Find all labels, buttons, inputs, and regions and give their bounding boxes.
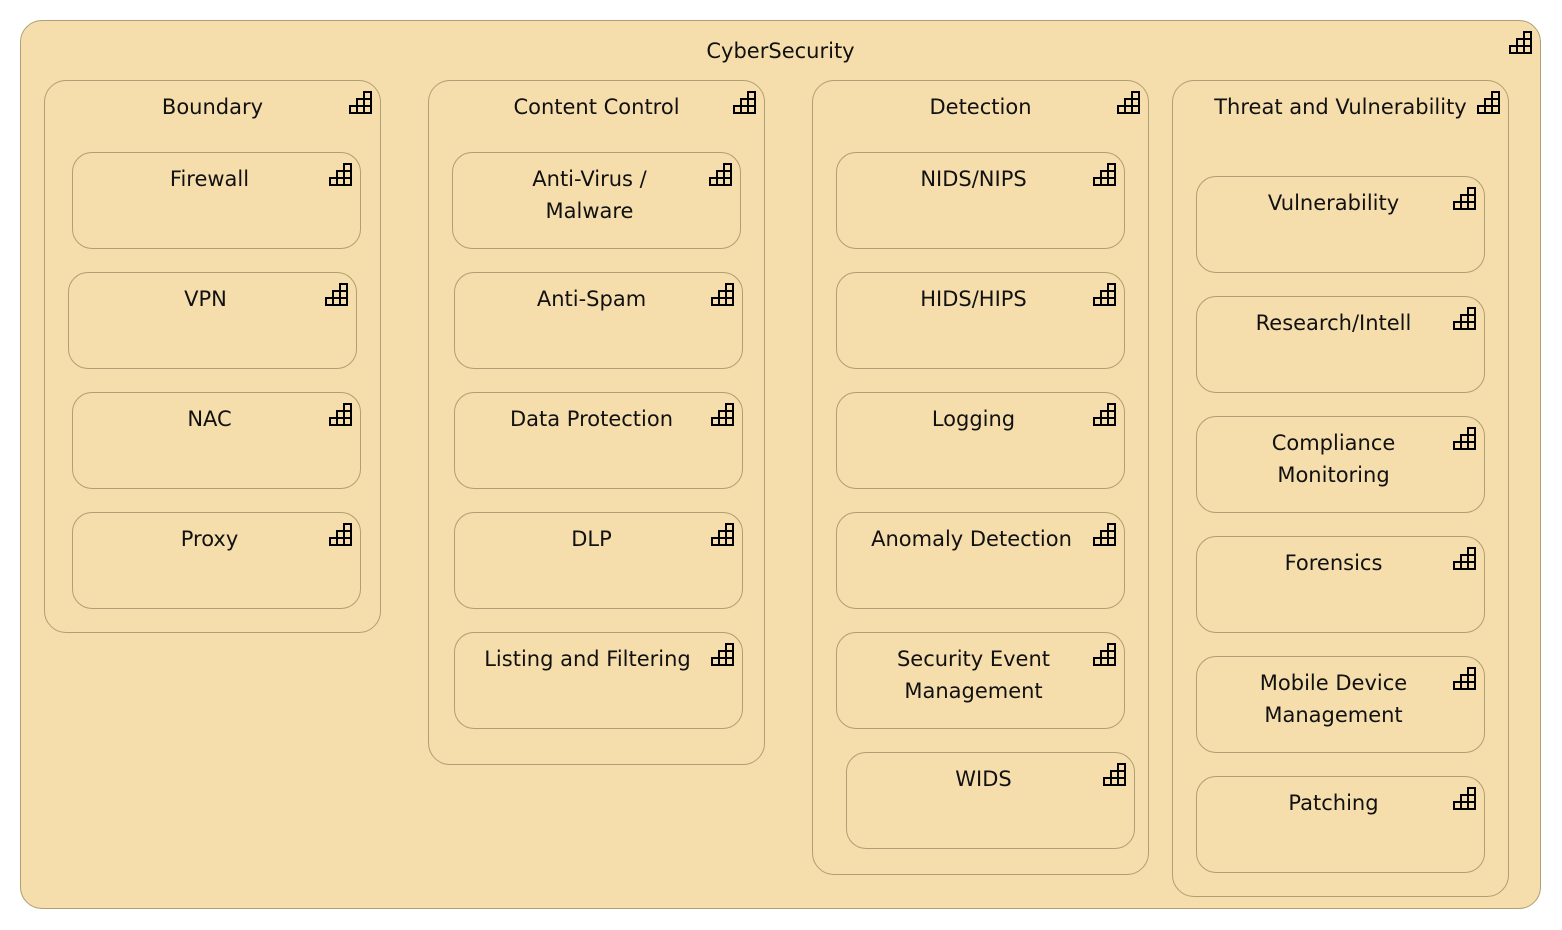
- group-title: Detection: [929, 95, 1032, 119]
- capability-icon: [348, 89, 374, 115]
- capability-patching[interactable]: Patching: [1196, 776, 1485, 873]
- capability-firewall[interactable]: Firewall: [72, 152, 361, 249]
- capability-mobile-device-management[interactable]: Mobile Device Management: [1196, 656, 1485, 753]
- capability-label: Security Event Management: [896, 647, 1051, 703]
- capability-icon: [1452, 305, 1478, 331]
- capability-label: Proxy: [180, 527, 239, 551]
- capability-icon: [1452, 665, 1478, 691]
- capability-label: DLP: [571, 527, 612, 551]
- capability-anti-virus-malware[interactable]: Anti-Virus / Malware: [452, 152, 741, 249]
- capability-icon: [1102, 761, 1128, 787]
- capability-icon: [1508, 29, 1534, 55]
- capability-icon: [328, 401, 354, 427]
- capability-icon: [1092, 401, 1118, 427]
- capability-logging[interactable]: Logging: [836, 392, 1125, 489]
- capability-label: Listing and Filtering: [484, 647, 691, 671]
- capability-hids-hips[interactable]: HIDS/HIPS: [836, 272, 1125, 369]
- capability-icon: [328, 521, 354, 547]
- capability-icon: [1452, 185, 1478, 211]
- capability-vpn[interactable]: VPN: [68, 272, 357, 369]
- capability-anomaly-detection[interactable]: Anomaly Detection: [836, 512, 1125, 609]
- capability-icon: [710, 641, 736, 667]
- capability-label: Mobile Device Management: [1259, 671, 1408, 727]
- capability-icon: [328, 161, 354, 187]
- capability-icon: [1092, 281, 1118, 307]
- capability-label: Anti-Spam: [536, 287, 647, 311]
- capability-icon: [708, 161, 734, 187]
- capability-icon: [1476, 89, 1502, 115]
- capability-icon: [1092, 521, 1118, 547]
- capability-forensics[interactable]: Forensics: [1196, 536, 1485, 633]
- cybersecurity-title: CyberSecurity: [706, 39, 855, 63]
- capability-label: Anti-Virus / Malware: [532, 167, 647, 223]
- capability-icon: [1116, 89, 1142, 115]
- capability-label: Anomaly Detection: [871, 527, 1072, 551]
- capability-icon: [710, 281, 736, 307]
- capability-label: NAC: [187, 407, 232, 431]
- group-title: Threat and Vulnerability: [1214, 95, 1467, 119]
- capability-nac[interactable]: NAC: [72, 392, 361, 489]
- capability-vulnerability[interactable]: Vulnerability: [1196, 176, 1485, 273]
- capability-wids[interactable]: WIDS: [846, 752, 1135, 849]
- capability-icon: [710, 521, 736, 547]
- capability-icon: [1452, 545, 1478, 571]
- capability-label: Vulnerability: [1267, 191, 1400, 215]
- capability-listing-and-filtering[interactable]: Listing and Filtering: [454, 632, 743, 729]
- capability-icon: [1092, 641, 1118, 667]
- capability-data-protection[interactable]: Data Protection: [454, 392, 743, 489]
- group-title: Content Control: [513, 95, 680, 119]
- capability-proxy[interactable]: Proxy: [72, 512, 361, 609]
- capability-label: WIDS: [955, 767, 1012, 791]
- capability-research-intell[interactable]: Research/Intell: [1196, 296, 1485, 393]
- capability-dlp[interactable]: DLP: [454, 512, 743, 609]
- capability-icon: [1452, 785, 1478, 811]
- capability-icon: [324, 281, 350, 307]
- capability-compliance-monitoring[interactable]: Compliance Monitoring: [1196, 416, 1485, 513]
- capability-label: NIDS/NIPS: [920, 167, 1027, 191]
- capability-label: Forensics: [1284, 551, 1383, 575]
- capability-label: Data Protection: [509, 407, 674, 431]
- capability-label: HIDS/HIPS: [920, 287, 1027, 311]
- capability-label: Firewall: [169, 167, 250, 191]
- capability-icon: [1452, 425, 1478, 451]
- capability-label: VPN: [184, 287, 227, 311]
- capability-icon: [732, 89, 758, 115]
- capability-label: Logging: [931, 407, 1016, 431]
- capability-security-event-management[interactable]: Security Event Management: [836, 632, 1125, 729]
- capability-label: Research/Intell: [1255, 311, 1412, 335]
- capability-anti-spam[interactable]: Anti-Spam: [454, 272, 743, 369]
- capability-label: Compliance Monitoring: [1271, 431, 1396, 487]
- capability-nids-nips[interactable]: NIDS/NIPS: [836, 152, 1125, 249]
- capability-icon: [1092, 161, 1118, 187]
- group-title: Boundary: [161, 95, 264, 119]
- capability-label: Patching: [1288, 791, 1379, 815]
- capability-icon: [710, 401, 736, 427]
